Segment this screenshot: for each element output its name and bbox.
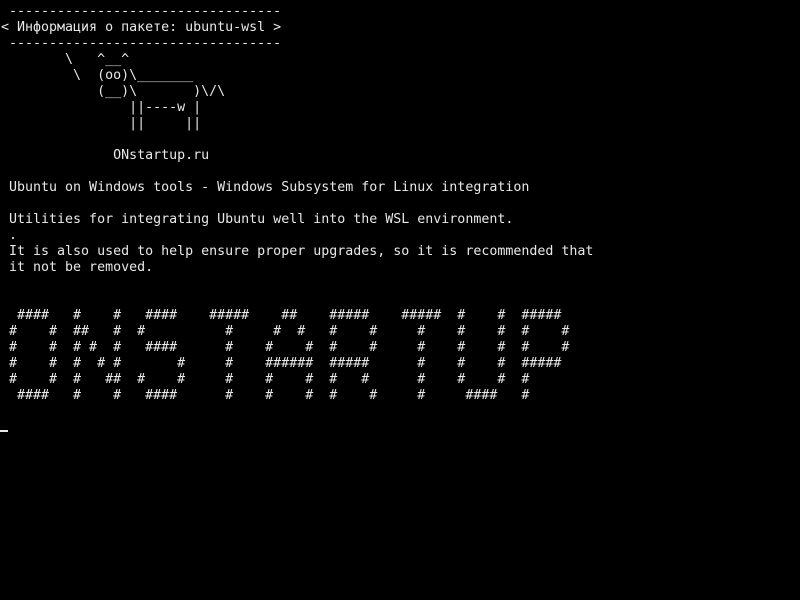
package-info-header: < Информация о пакете: ubuntu-wsl > <box>1 20 282 35</box>
package-description-text: It is also used to help ensure proper up… <box>1 244 594 259</box>
banner-ascii-line-4: # # # # # # # ###### ##### # # # ##### <box>1 356 562 371</box>
cowsay-border-bottom: ---------------------------------- <box>1 36 282 51</box>
cowsay-border-top: ---------------------------------- <box>1 4 282 19</box>
terminal-cursor[interactable] <box>0 430 8 432</box>
banner-ascii-line-5: # # # ## # # # # # # # # # # # <box>1 372 530 387</box>
site-signature: ONstartup.ru <box>1 148 210 163</box>
package-description-text: Utilities for integrating Ubuntu well in… <box>1 212 514 227</box>
banner-ascii-line-2: # # ## # # # # # # # # # # # # <box>1 324 570 339</box>
cow-ascii-line-4: ||----w | <box>1 100 202 115</box>
cow-ascii-line-3: (__)\ )\/\ <box>1 84 226 99</box>
banner-ascii-line-1: #### # # #### ##### ## ##### ##### # # #… <box>1 308 562 323</box>
banner-ascii-line-6: #### # # #### # # # # # # #### # <box>1 388 530 403</box>
banner-ascii-line-3: # # # # # #### # # # # # # # # # # <box>1 340 570 355</box>
package-description-text: . <box>1 228 18 243</box>
cow-ascii-line-2: \ (oo)\_______ <box>1 68 194 83</box>
cow-ascii-line-5: || || <box>1 116 202 131</box>
cow-ascii-line-1: \ ^__^ <box>1 52 130 67</box>
terminal-screen[interactable]: ---------------------------------- < Инф… <box>0 0 800 600</box>
package-description-text: it not be removed. <box>1 260 154 275</box>
package-description-title: Ubuntu on Windows tools - Windows Subsys… <box>1 180 530 195</box>
